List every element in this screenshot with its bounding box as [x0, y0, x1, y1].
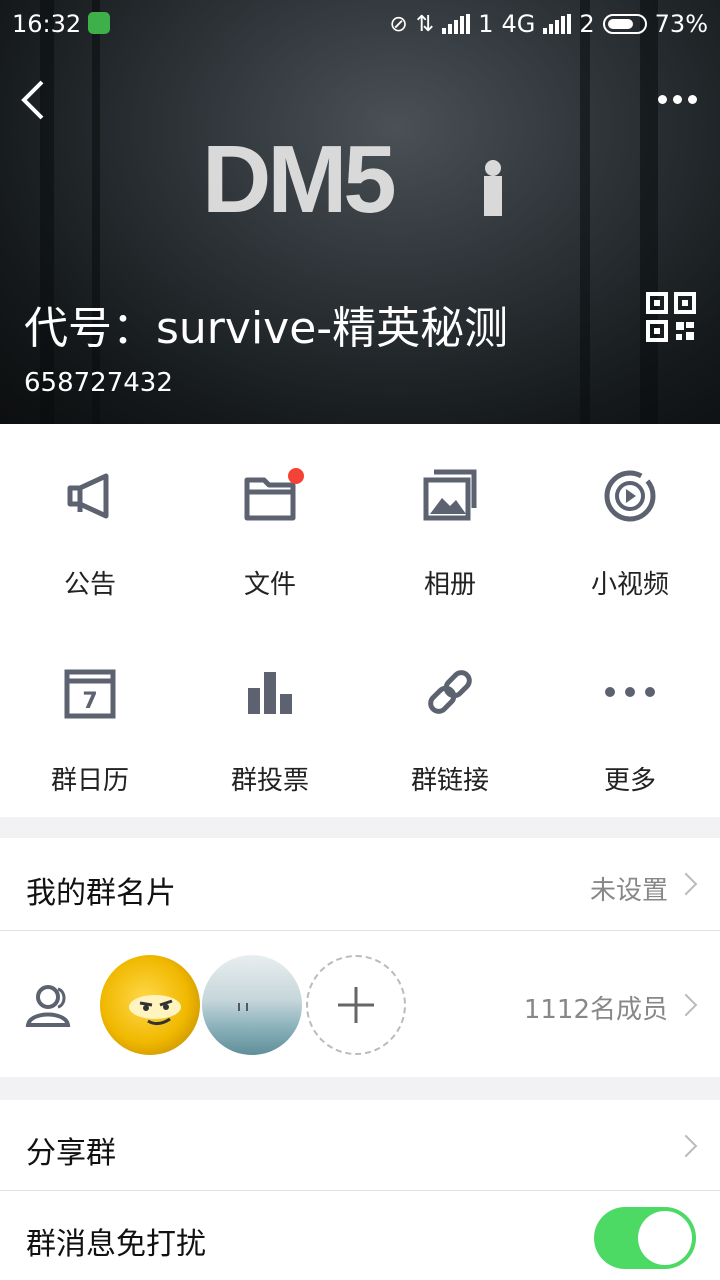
video-icon [602, 468, 658, 524]
dnd-label: 群消息免打扰 [26, 1227, 206, 1262]
sim2-label: 2 [579, 10, 595, 38]
feature-label: 群投票 [230, 766, 309, 796]
announcement-icon [62, 468, 118, 524]
vote-chart-icon [242, 664, 298, 720]
members-row[interactable]: 1112名成员 [0, 931, 720, 1077]
feature-files[interactable]: 文件 [180, 424, 360, 620]
chevron-right-icon [674, 872, 698, 896]
background-tree [640, 0, 658, 424]
share-label: 分享群 [26, 1136, 116, 1171]
group-name: 代号：survive-精英秘测 [24, 303, 509, 354]
mute-vibrate-icon: ⊘ [389, 11, 408, 37]
members-icon [24, 983, 74, 1027]
network-type: 4G [501, 10, 536, 38]
status-right: ⊘ ⇅ 1 4G 2 73% [389, 10, 708, 38]
my-card-label: 我的群名片 [26, 876, 176, 911]
share-group-row[interactable]: 分享群 [0, 1100, 720, 1190]
chevron-right-icon [674, 993, 698, 1017]
feature-vote[interactable]: 群投票 [180, 620, 360, 816]
background-tree [580, 0, 590, 424]
feature-announcement[interactable]: 公告 [0, 424, 180, 620]
feature-label: 小视频 [590, 570, 669, 600]
album-icon [422, 468, 478, 524]
battery-percent: 73% [654, 10, 708, 38]
sim1-label: 1 [478, 10, 494, 38]
battery-icon [602, 14, 647, 34]
feature-label: 公告 [63, 570, 116, 600]
chevron-right-icon [674, 1134, 698, 1158]
signal-icon [543, 14, 572, 34]
my-card-value: 未设置 [589, 876, 668, 906]
my-group-card-row[interactable]: 我的群名片 未设置 [0, 838, 720, 930]
member-count: 1112名成员 [523, 995, 668, 1025]
member-avatar[interactable] [202, 955, 302, 1055]
plus-icon [338, 987, 374, 1023]
data-transfer-icon: ⇅ [415, 11, 435, 37]
signal-icon [442, 14, 471, 34]
add-member-button[interactable] [306, 955, 406, 1055]
feature-more[interactable]: 更多 [540, 620, 720, 816]
feature-label: 相册 [423, 570, 476, 600]
do-not-disturb-row: 群消息免打扰 [0, 1191, 720, 1280]
feature-album[interactable]: 相册 [360, 424, 540, 620]
calendar-day: 7 [82, 689, 97, 714]
feature-calendar[interactable]: 7 群日历 [0, 620, 180, 816]
unread-badge [288, 468, 304, 484]
dnd-toggle[interactable] [594, 1207, 696, 1269]
qr-code-icon[interactable] [646, 292, 696, 342]
calendar-icon: 7 [62, 664, 118, 720]
group-id: 658727432 [24, 368, 173, 398]
status-bar: 16:32 ⊘ ⇅ 1 4G 2 73% [0, 0, 720, 50]
back-arrow-icon[interactable] [18, 78, 58, 122]
status-time: 16:32 [12, 10, 82, 38]
feature-label: 更多 [603, 766, 656, 796]
feature-link[interactable]: 群链接 [360, 620, 540, 816]
feature-grid: 公告 文件 相册 小视频 7 群日历 群投票 群链接 更多 [0, 424, 720, 817]
group-logo: DM5 [200, 126, 520, 233]
member-avatar[interactable] [100, 955, 200, 1055]
link-icon [422, 664, 478, 720]
feature-label: 群链接 [410, 766, 489, 796]
feature-label: 文件 [243, 570, 296, 600]
feature-label: 群日历 [50, 766, 129, 796]
group-header: 16:32 ⊘ ⇅ 1 4G 2 73% DM5 代号：survive-精英秘测… [0, 0, 720, 424]
app-notification-icon [88, 12, 110, 34]
logo-text: DM5 [202, 132, 394, 228]
feature-video[interactable]: 小视频 [540, 424, 720, 620]
background-tree [40, 0, 54, 424]
background-tree [92, 0, 100, 424]
toggle-knob [638, 1211, 692, 1265]
more-dots-icon[interactable] [652, 86, 702, 112]
more-icon [602, 664, 658, 720]
